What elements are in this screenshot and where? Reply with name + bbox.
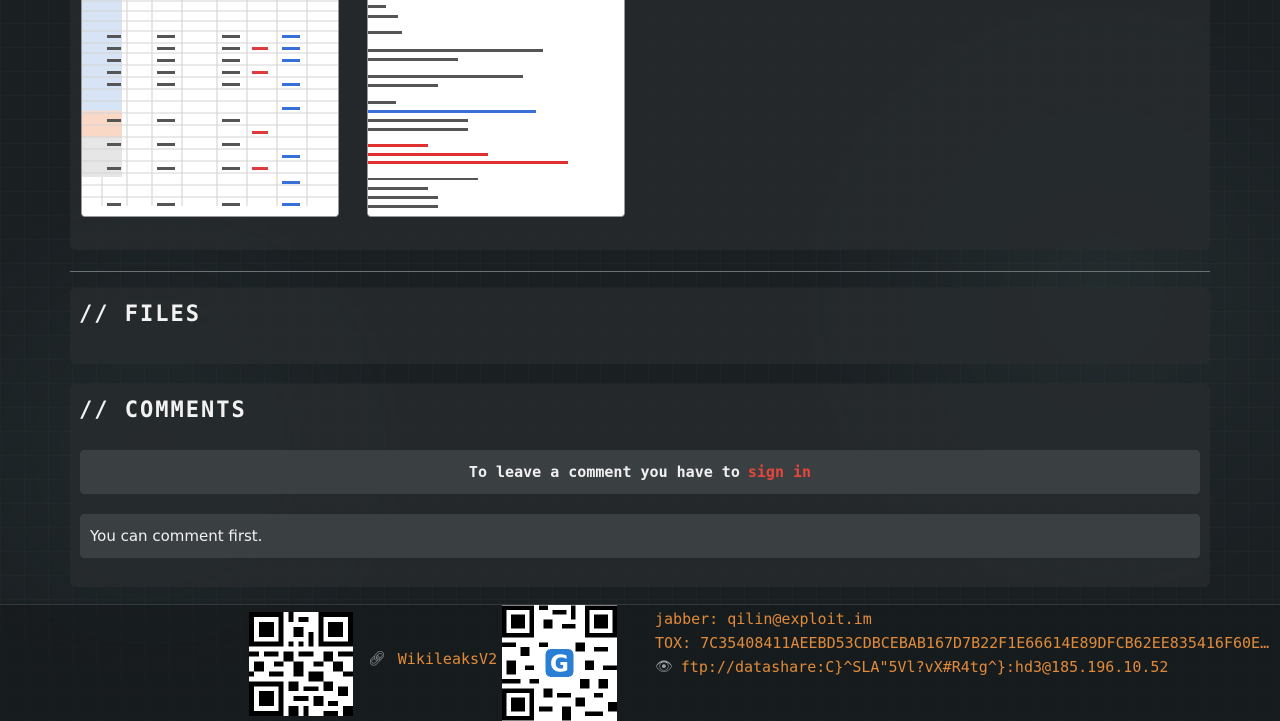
qr-code-branded: G (502, 605, 617, 721)
link-icon: 🔗︎ (368, 651, 386, 667)
tox-contact[interactable]: TOX: 7C35408411AEEBD53CDBCEBAB167D7B22F1… (655, 634, 1275, 652)
jabber-contact[interactable]: jabber: qilin@exploit.im (655, 610, 1275, 628)
qr-code (249, 612, 353, 716)
wikileaks-link-label: WikileaksV2 (397, 650, 498, 668)
comments-panel: // COMMENTS To leave a comment you have … (70, 384, 1210, 587)
no-comments-message: You can comment first. (80, 514, 1200, 558)
svg-text:G: G (550, 651, 569, 677)
spreadsheet-thumbnail[interactable] (81, 0, 339, 217)
ftp-link-label: ftp://datashare:C}^SLA"5Vl?vX#R4tg^}:hd3… (680, 658, 1169, 676)
files-section-title: // FILES (79, 302, 201, 327)
comments-section-title: // COMMENTS (79, 398, 247, 423)
wikileaks-link[interactable]: 🔗︎ WikileaksV2 (368, 650, 497, 668)
memo-thumbnail[interactable] (367, 0, 625, 217)
ftp-link[interactable]: 👁︎ ftp://datashare:C}^SLA"5Vl?vX#R4tg^}:… (655, 658, 1275, 676)
signin-link[interactable]: sign in (748, 463, 811, 481)
signin-prompt-text: To leave a comment you have to (468, 463, 740, 481)
gallery-panel (70, 0, 1210, 250)
footer: 🔗︎ WikileaksV2 G jabber: qilin@exploit.i… (0, 604, 1280, 721)
eye-icon: 👁︎ (655, 659, 673, 675)
no-comments-text: You can comment first. (90, 527, 263, 545)
files-panel: // FILES (70, 288, 1210, 364)
section-divider (70, 271, 1210, 272)
signin-prompt-box: To leave a comment you have to sign in (80, 450, 1200, 494)
